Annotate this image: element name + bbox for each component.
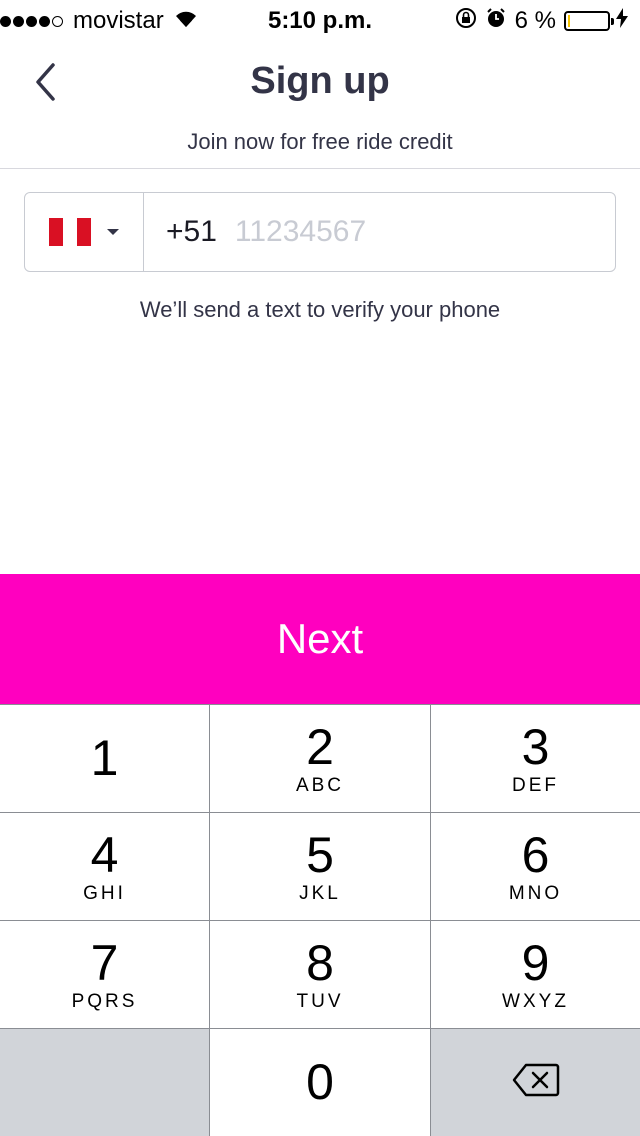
key-digit: 5 [306, 826, 334, 883]
key-digit: 0 [306, 1053, 334, 1110]
phone-number-field: +51 [24, 192, 616, 272]
key-digit: 9 [521, 934, 550, 991]
key-digit: 4 [90, 826, 119, 883]
key-letters: JKL [299, 882, 341, 904]
key-digit: 6 [521, 826, 550, 883]
key-letters: TUV [296, 990, 344, 1012]
battery-icon [564, 11, 614, 31]
key-3[interactable]: 3 DEF [431, 705, 640, 812]
phone-entry: +51 [144, 193, 615, 271]
key-digit: 8 [306, 934, 334, 991]
peru-flag-icon [49, 218, 91, 246]
key-5[interactable]: 5 JKL [210, 813, 430, 920]
key-letters: ABC [295, 774, 345, 796]
key-8[interactable]: 8 TUV [210, 921, 430, 1028]
phone-input[interactable] [234, 215, 535, 249]
key-digit: 7 [90, 934, 119, 991]
key-4[interactable]: 4 GHI [0, 813, 209, 920]
key-0[interactable]: 0 [210, 1029, 430, 1136]
alarm-icon [485, 7, 507, 36]
key-digit: 1 [90, 729, 119, 786]
chevron-left-icon [33, 62, 59, 107]
flag-stripe-right [77, 218, 91, 246]
rotation-lock-icon [455, 7, 477, 36]
key-digit: 3 [521, 718, 550, 775]
page-title: Sign up [250, 60, 390, 102]
page-subtitle: Join now for free ride credit [187, 129, 453, 154]
helper-text: We’ll send a text to verify your phone [139, 297, 501, 322]
backspace-icon [512, 1063, 560, 1102]
country-picker[interactable] [25, 193, 144, 271]
key-letters: MNO [508, 882, 563, 904]
flag-stripe-left [49, 218, 63, 246]
numeric-keypad: 1 2 ABC 3 DEF 4 GHI 5 JKL 6 MNO 7 PQRS 8 TUV 9W… [0, 704, 640, 1136]
key-letters: GHI [83, 882, 126, 904]
key-letters: PQRS [71, 990, 138, 1012]
caret-down-icon [107, 229, 119, 235]
key-letters: DEF [512, 774, 559, 796]
back-button[interactable] [24, 60, 68, 108]
dial-code: +51 [166, 215, 217, 248]
key-7[interactable]: 7 PQRS [0, 921, 209, 1028]
key-digit: 2 [306, 718, 334, 775]
key-9[interactable]: 9 WXYZ [431, 921, 640, 1028]
charging-icon [616, 7, 628, 35]
battery-percent: 6 % [514, 7, 556, 34]
next-button[interactable]: Next [0, 574, 640, 704]
key-1[interactable]: 1 [0, 705, 209, 812]
key-2[interactable]: 2 ABC [210, 705, 430, 812]
flag-stripe-middle [63, 218, 77, 246]
header-divider [0, 168, 640, 169]
key-6[interactable]: 6 MNO [431, 813, 640, 920]
delete-key[interactable] [431, 1029, 640, 1136]
status-bar: movistar 5:10 p.m. 6 % [0, 0, 640, 40]
key-letters: WXYZ [502, 990, 569, 1012]
key-blank [0, 1029, 209, 1136]
